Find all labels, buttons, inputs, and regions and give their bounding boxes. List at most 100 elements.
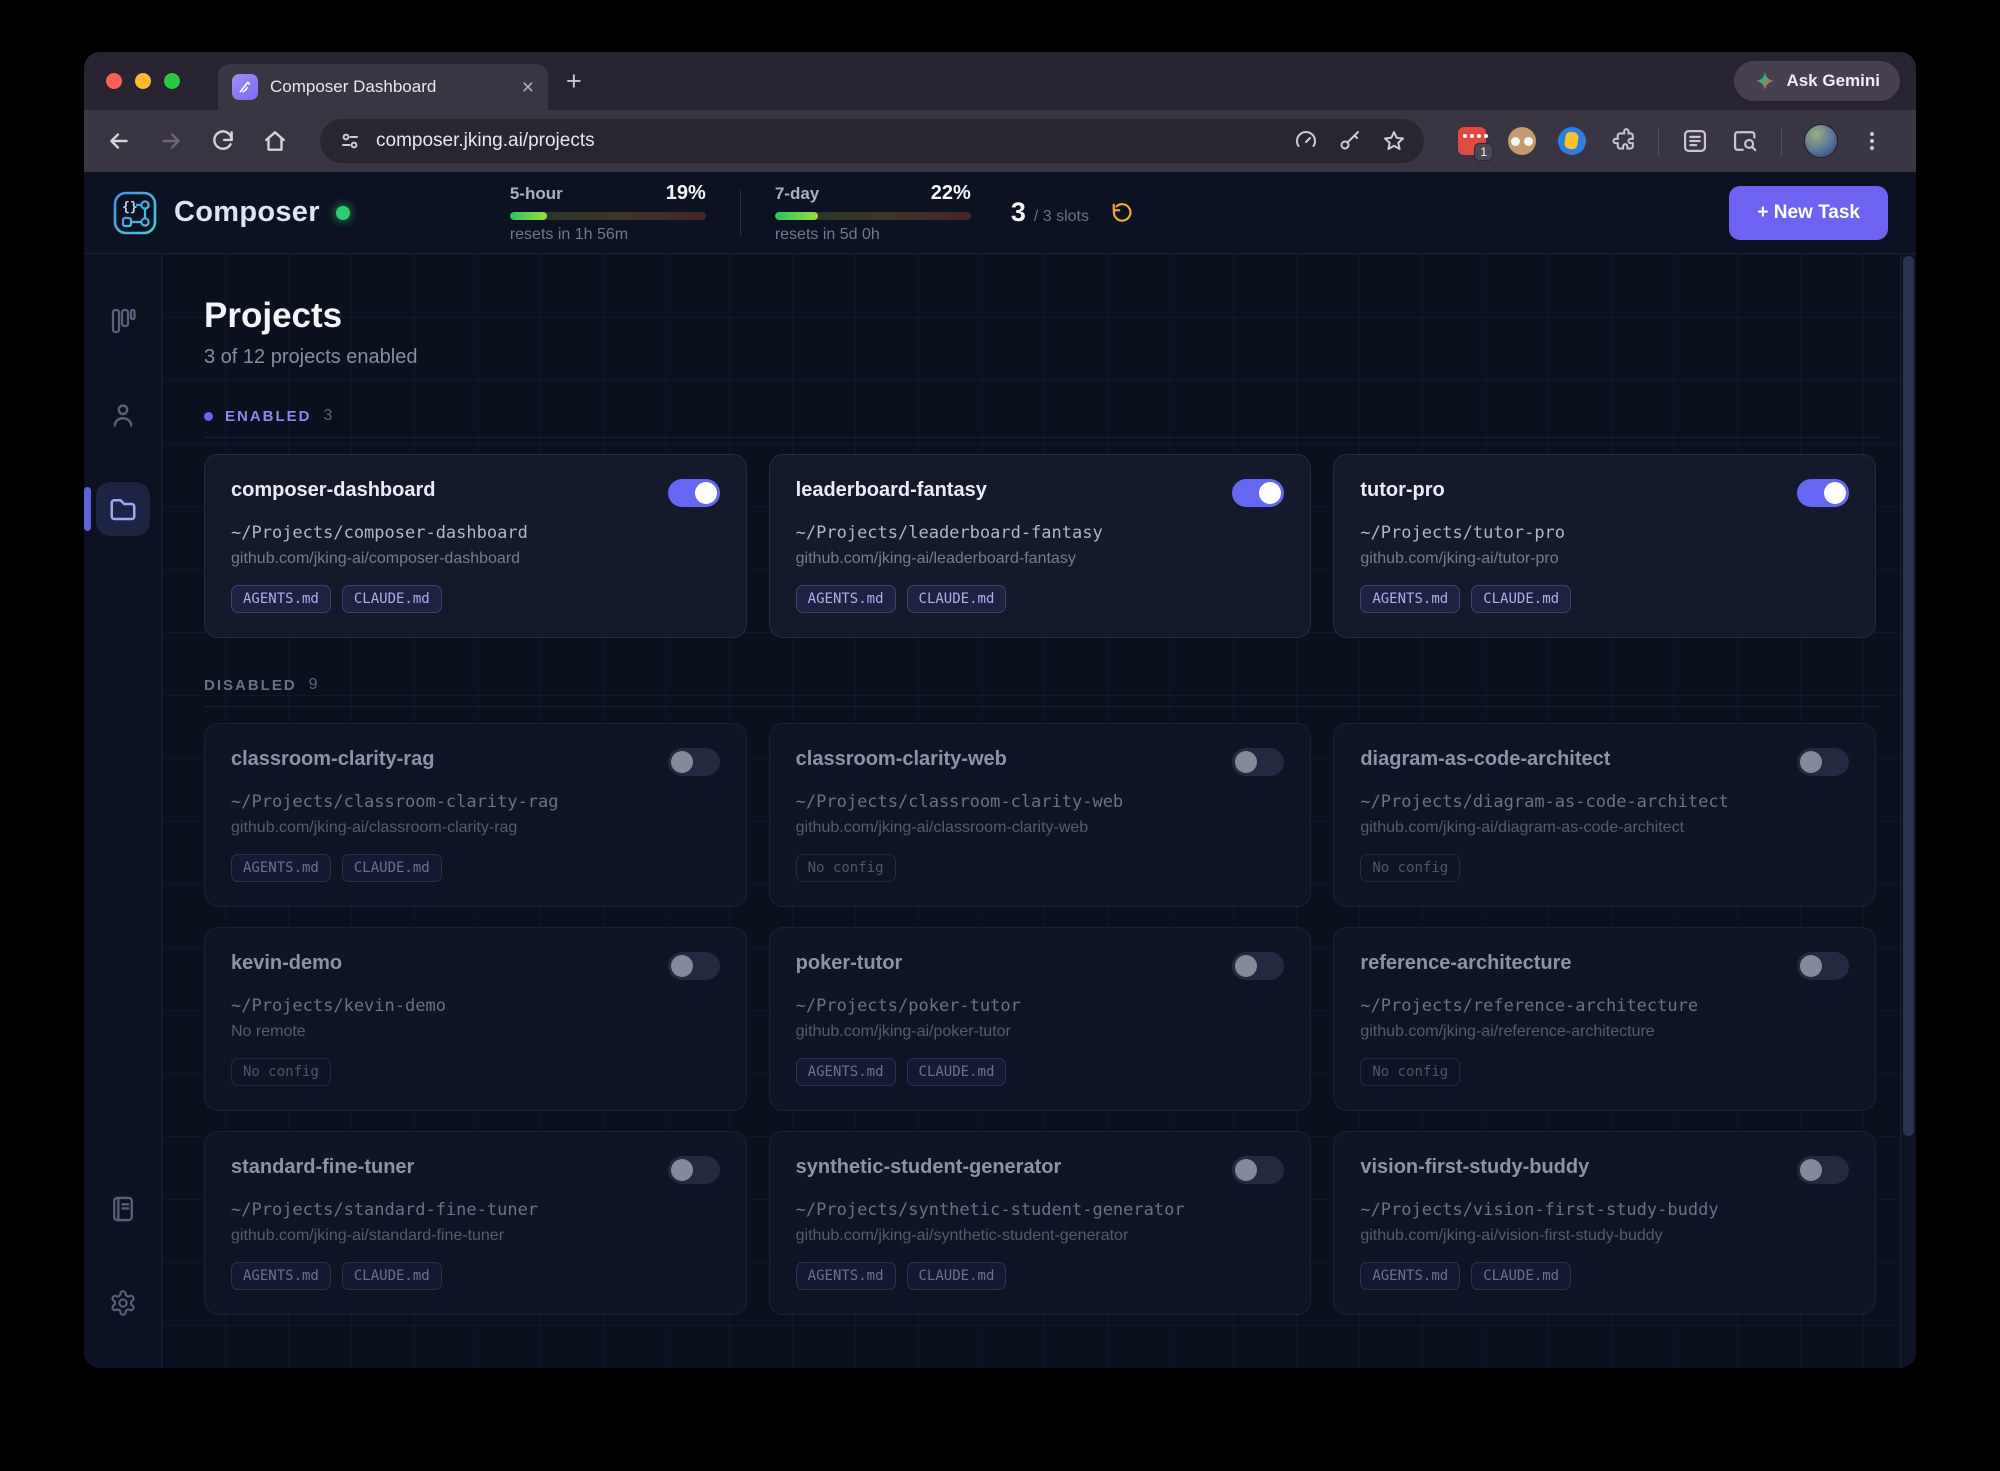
profile-avatar[interactable] <box>1804 124 1838 158</box>
project-toggle[interactable] <box>1797 748 1849 776</box>
config-badge: CLAUDE.md <box>907 1262 1007 1290</box>
project-badges: AGENTS.mdCLAUDE.md <box>796 585 1285 613</box>
extensions-row: 1 <box>1458 124 1884 158</box>
browser-toolbar: composer.jking.ai/projects 1 <box>84 110 1916 172</box>
ask-gemini-label: Ask Gemini <box>1786 71 1880 91</box>
slots-refresh-icon[interactable] <box>1111 202 1133 224</box>
project-toggle[interactable] <box>668 1156 720 1184</box>
sidebar-item-logs[interactable] <box>96 1182 150 1236</box>
svg-text:{}: {} <box>122 200 138 215</box>
project-remote: github.com/jking-ai/classroom-clarity-ra… <box>231 819 720 837</box>
config-badge: CLAUDE.md <box>1471 1262 1571 1290</box>
reload-icon[interactable] <box>210 128 236 154</box>
project-name: classroom-clarity-rag <box>231 748 434 771</box>
slots-indicator: 3 / 3 slots <box>1011 197 1133 228</box>
extension-avatar-icon[interactable] <box>1508 127 1536 155</box>
search-tabs-icon[interactable] <box>1731 127 1759 155</box>
enabled-dot <box>204 412 213 421</box>
extensions-puzzle-icon[interactable] <box>1608 127 1636 155</box>
meter-resets: resets in 1h 56m <box>510 226 706 244</box>
project-name: reference-architecture <box>1360 952 1571 975</box>
project-path: ~/Projects/standard-fine-tuner <box>231 1200 720 1220</box>
meter-label: 7-day <box>775 184 819 204</box>
enabled-section-header: ENABLED 3 <box>204 407 1880 425</box>
project-remote: No remote <box>231 1023 720 1041</box>
project-toggle[interactable] <box>1797 952 1849 980</box>
project-path: ~/Projects/classroom-clarity-web <box>796 792 1285 812</box>
project-toggle[interactable] <box>668 952 720 980</box>
project-path: ~/Projects/reference-architecture <box>1360 996 1849 1016</box>
usage-meter-7-day: 7-day 22% resets in 5d 0h <box>775 182 971 244</box>
back-icon[interactable] <box>106 128 132 154</box>
toolbar-divider <box>1658 127 1659 155</box>
project-toggle[interactable] <box>668 479 720 507</box>
zoom-window-button[interactable] <box>164 73 180 89</box>
bookmark-star-icon[interactable] <box>1382 129 1406 153</box>
project-toggle[interactable] <box>668 748 720 776</box>
page-title: Projects <box>204 296 1880 336</box>
sidebar-item-tasks[interactable] <box>96 294 150 348</box>
project-badges: No config <box>231 1058 720 1086</box>
toggle-knob <box>695 482 717 504</box>
browser-menu-icon[interactable] <box>1860 129 1884 153</box>
disabled-count: 9 <box>309 676 318 694</box>
scrollbar-thumb[interactable] <box>1903 256 1914 1136</box>
project-name: classroom-clarity-web <box>796 748 1007 771</box>
project-name: composer-dashboard <box>231 479 435 502</box>
url-text[interactable]: composer.jking.ai/projects <box>376 130 1274 152</box>
sidebar <box>84 254 162 1368</box>
config-badge: AGENTS.md <box>796 1262 896 1290</box>
project-toggle[interactable] <box>1232 748 1284 776</box>
enabled-projects-grid: composer-dashboard ~/Projects/composer-d… <box>204 454 1880 638</box>
slots-used: 3 <box>1011 197 1026 228</box>
project-badges: No config <box>796 854 1285 882</box>
home-icon[interactable] <box>262 128 288 154</box>
config-badge: AGENTS.md <box>1360 585 1460 613</box>
site-settings-icon[interactable] <box>338 129 362 153</box>
project-toggle[interactable] <box>1232 1156 1284 1184</box>
extension-red-icon[interactable]: 1 <box>1458 127 1486 155</box>
project-card: vision-first-study-buddy ~/Projects/visi… <box>1333 1131 1876 1315</box>
new-task-button[interactable]: + New Task <box>1729 186 1888 240</box>
project-remote: github.com/jking-ai/classroom-clarity-we… <box>796 819 1285 837</box>
usage-meters: 5-hour 19% resets in 1h 56m 7-day 22% re… <box>510 182 971 244</box>
sidebar-item-settings[interactable] <box>96 1276 150 1330</box>
project-badges: AGENTS.md CLAUDE.md <box>231 585 720 613</box>
browser-tab[interactable]: Composer Dashboard × <box>218 64 548 110</box>
reading-list-icon[interactable] <box>1681 127 1709 155</box>
sidebar-item-projects[interactable] <box>96 482 150 536</box>
close-window-button[interactable] <box>106 73 122 89</box>
project-card: classroom-clarity-web ~/Projects/classro… <box>769 723 1312 907</box>
ask-gemini-button[interactable]: Ask Gemini <box>1734 61 1900 101</box>
config-badge: AGENTS.md <box>231 585 331 613</box>
project-path: ~/Projects/poker-tutor <box>796 996 1285 1016</box>
book-icon <box>109 1195 137 1223</box>
project-toggle[interactable] <box>1232 952 1284 980</box>
password-key-icon[interactable] <box>1338 129 1362 153</box>
kanban-icon <box>109 307 137 335</box>
url-bar[interactable]: composer.jking.ai/projects <box>320 119 1424 163</box>
project-badges: AGENTS.mdCLAUDE.md <box>231 1262 720 1290</box>
page-scrollbar[interactable] <box>1900 254 1916 1368</box>
config-badge: CLAUDE.md <box>907 1058 1007 1086</box>
config-badge: CLAUDE.md <box>342 585 442 613</box>
project-badges: No config <box>1360 1058 1849 1086</box>
project-card: reference-architecture ~/Projects/refere… <box>1333 927 1876 1111</box>
tab-close-icon[interactable]: × <box>522 77 534 98</box>
project-card: tutor-pro ~/Projects/tutor-pro github.co… <box>1333 454 1876 638</box>
folder-icon <box>108 494 138 524</box>
project-card: kevin-demo ~/Projects/kevin-demo No remo… <box>204 927 747 1111</box>
project-toggle[interactable] <box>1232 479 1284 507</box>
project-path: ~/Projects/tutor-pro <box>1360 523 1849 543</box>
config-badge: CLAUDE.md <box>342 854 442 882</box>
forward-icon[interactable] <box>158 128 184 154</box>
enabled-count: 3 <box>324 407 333 425</box>
project-toggle[interactable] <box>1797 1156 1849 1184</box>
minimize-window-button[interactable] <box>135 73 151 89</box>
sidebar-item-agents[interactable] <box>96 388 150 442</box>
extension-blue-icon[interactable] <box>1558 127 1586 155</box>
project-card: diagram-as-code-architect ~/Projects/dia… <box>1333 723 1876 907</box>
new-tab-button[interactable]: + <box>566 66 582 97</box>
performance-icon[interactable] <box>1294 129 1318 153</box>
project-toggle[interactable] <box>1797 479 1849 507</box>
